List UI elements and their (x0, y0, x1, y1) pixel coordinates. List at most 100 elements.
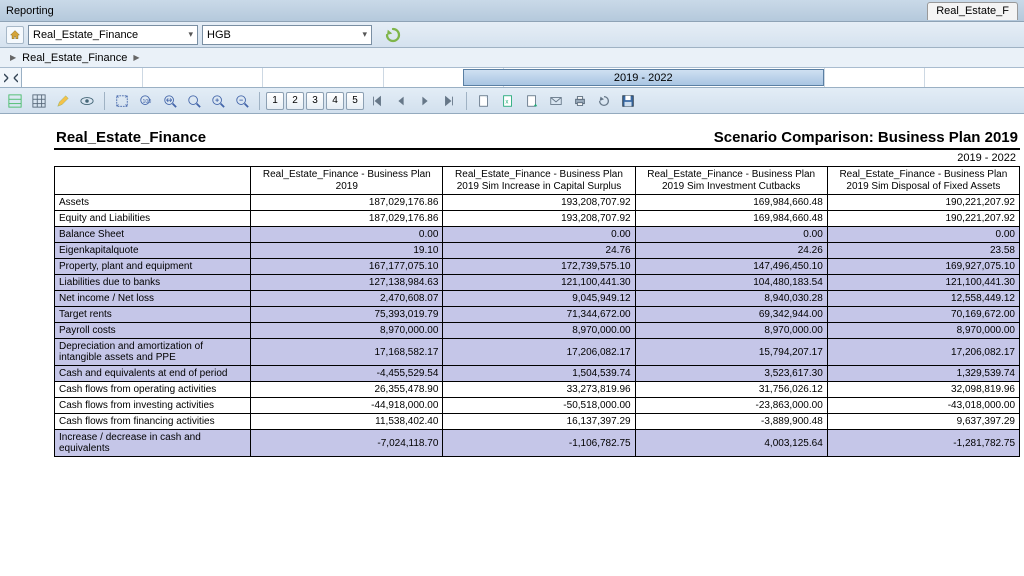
cell-value: 75,393,019.79 (251, 307, 443, 323)
row-label: Eigenkapitalquote (55, 243, 251, 259)
cell-value: -1,281,782.75 (827, 430, 1019, 457)
cell-value: -44,918,000.00 (251, 398, 443, 414)
page-level-4-button[interactable]: 4 (326, 92, 344, 110)
table-row: Payroll costs8,970,000.008,970,000.008,9… (55, 323, 1020, 339)
zoom-in-button[interactable] (207, 91, 229, 111)
row-label: Target rents (55, 307, 251, 323)
table-header: Real_Estate_Finance - Business Plan 2019… (827, 167, 1019, 195)
cell-value: 8,970,000.00 (827, 323, 1019, 339)
table-row: Net income / Net loss2,470,608.079,045,9… (55, 291, 1020, 307)
table-row: Cash flows from operating activities26,3… (55, 382, 1020, 398)
standard-combo-value: HGB (207, 29, 231, 41)
cell-value: 26,355,478.90 (251, 382, 443, 398)
table-row: Cash flows from investing activities-44,… (55, 398, 1020, 414)
entity-combo[interactable]: Real_Estate_Finance ▾ (28, 25, 198, 45)
cell-value: 17,206,082.17 (827, 339, 1019, 366)
chevron-down-icon: ▾ (188, 29, 193, 40)
timeline-active-segment[interactable]: 2019 - 2022 (463, 69, 824, 86)
report-area: Real_Estate_Finance Scenario Comparison:… (0, 114, 1024, 576)
report-table: Real_Estate_Finance - Business Plan 2019… (54, 166, 1020, 457)
document-tab[interactable]: Real_Estate_F (927, 2, 1018, 20)
export-excel-button[interactable]: x (497, 91, 519, 111)
cell-value: 169,984,660.48 (635, 211, 827, 227)
timeline-track[interactable]: 2019 - 2022 (22, 68, 1024, 87)
preview-button[interactable] (76, 91, 98, 111)
prev-page-button[interactable] (390, 91, 412, 111)
export-pdf-button[interactable] (473, 91, 495, 111)
cell-value: -3,889,900.48 (635, 414, 827, 430)
table-row: Cash flows from financing activities11,5… (55, 414, 1020, 430)
last-page-button[interactable] (438, 91, 460, 111)
svg-text:x: x (505, 98, 508, 105)
home-button[interactable] (6, 26, 24, 44)
send-button[interactable] (545, 91, 567, 111)
timeline-nav-left[interactable] (0, 68, 22, 87)
cell-value: 17,168,582.17 (251, 339, 443, 366)
row-label: Net income / Net loss (55, 291, 251, 307)
table-row: Assets187,029,176.86193,208,707.92169,98… (55, 195, 1020, 211)
cell-value: 147,496,450.10 (635, 259, 827, 275)
cell-value: 69,342,944.00 (635, 307, 827, 323)
page-level-3-button[interactable]: 3 (306, 92, 324, 110)
zoom-fit-width-button[interactable] (159, 91, 181, 111)
table-header-blank (55, 167, 251, 195)
cell-value: 187,029,176.86 (251, 211, 443, 227)
cell-value: 4,003,125.64 (635, 430, 827, 457)
app-title: Reporting (6, 5, 54, 17)
page-level-2-button[interactable]: 2 (286, 92, 304, 110)
save-button[interactable] (617, 91, 639, 111)
refresh-button[interactable] (382, 24, 404, 46)
cell-value: 3,523,617.30 (635, 366, 827, 382)
table-row: Balance Sheet0.000.000.000.00 (55, 227, 1020, 243)
cell-value: 169,984,660.48 (635, 195, 827, 211)
breadcrumb-item[interactable]: Real_Estate_Finance (22, 52, 127, 64)
report-subtitle: Scenario Comparison: Business Plan 2019 (714, 129, 1018, 146)
cell-value: 24.76 (443, 243, 635, 259)
edit-button[interactable] (52, 91, 74, 111)
cell-value: 121,100,441.30 (827, 275, 1019, 291)
table-row: Increase / decrease in cash and equivale… (55, 430, 1020, 457)
app-title-bar: Reporting Real_Estate_F (0, 0, 1024, 22)
row-label: Liabilities due to banks (55, 275, 251, 291)
cell-value: 23.58 (827, 243, 1019, 259)
cell-value: 127,138,984.63 (251, 275, 443, 291)
next-page-button[interactable] (414, 91, 436, 111)
cell-value: -1,106,782.75 (443, 430, 635, 457)
row-label: Increase / decrease in cash and equivale… (55, 430, 251, 457)
page-level-5-button[interactable]: 5 (346, 92, 364, 110)
table-header-row: Real_Estate_Finance - Business Plan 2019… (55, 167, 1020, 195)
cell-value: 19.10 (251, 243, 443, 259)
row-label: Balance Sheet (55, 227, 251, 243)
cell-value: 0.00 (635, 227, 827, 243)
table-header: Real_Estate_Finance - Business Plan 2019 (251, 167, 443, 195)
cell-value: 24.26 (635, 243, 827, 259)
first-page-button[interactable] (366, 91, 388, 111)
table-header: Real_Estate_Finance - Business Plan 2019… (443, 167, 635, 195)
cell-value: 169,927,075.10 (827, 259, 1019, 275)
cell-value: 8,970,000.00 (635, 323, 827, 339)
zoom-out-button[interactable] (231, 91, 253, 111)
cell-value: 193,208,707.92 (443, 195, 635, 211)
cell-value: 15,794,207.17 (635, 339, 827, 366)
cell-value: 104,480,183.54 (635, 275, 827, 291)
cell-value: -50,518,000.00 (443, 398, 635, 414)
cell-value: -43,018,000.00 (827, 398, 1019, 414)
cell-value: 8,970,000.00 (251, 323, 443, 339)
page-level-1-button[interactable]: 1 (266, 92, 284, 110)
reload-button[interactable] (593, 91, 615, 111)
cell-value: 70,169,672.00 (827, 307, 1019, 323)
standard-combo[interactable]: HGB ▾ (202, 25, 372, 45)
cell-value: 193,208,707.92 (443, 211, 635, 227)
print-button[interactable] (569, 91, 591, 111)
cell-value: 12,558,449.12 (827, 291, 1019, 307)
row-label: Cash and equivalents at end of period (55, 366, 251, 382)
zoom-100-button[interactable]: 100 (135, 91, 157, 111)
table-view-button[interactable] (28, 91, 50, 111)
zoom-custom-button[interactable] (183, 91, 205, 111)
fit-page-button[interactable] (111, 91, 133, 111)
cell-value: -23,863,000.00 (635, 398, 827, 414)
export-csv-button[interactable] (521, 91, 543, 111)
toggle-grid-button[interactable] (4, 91, 26, 111)
row-label: Depreciation and amortization of intangi… (55, 339, 251, 366)
cell-value: 2,470,608.07 (251, 291, 443, 307)
